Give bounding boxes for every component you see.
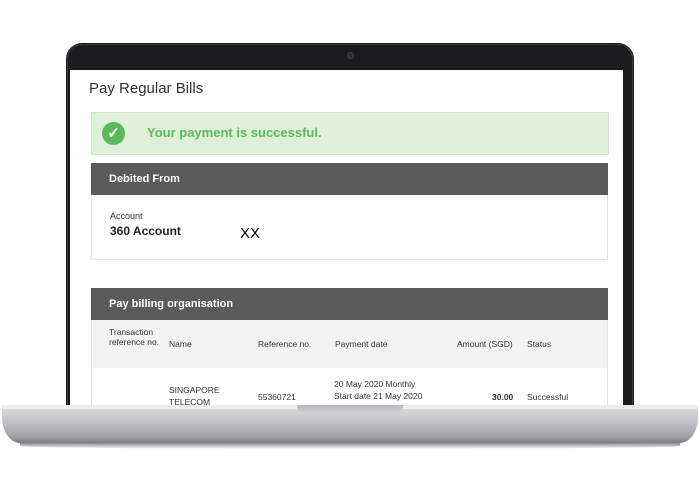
camera-icon	[347, 52, 354, 59]
account-number-masked: XX	[240, 225, 261, 242]
laptop-notch	[297, 405, 403, 414]
debited-from-header: Debited From	[91, 163, 608, 195]
laptop-shadow	[20, 443, 680, 449]
col-amount: Amount (SGD)	[457, 339, 513, 349]
col-name: Name	[169, 339, 192, 349]
col-payment-date: Payment date	[335, 339, 388, 349]
col-reference-no: Reference no.	[258, 339, 312, 349]
laptop-screen: Pay Regular Bills ✓ Your payment is succ…	[70, 70, 623, 405]
account-value: 360 Account	[110, 224, 181, 238]
row-name: SINGAPORE TELECOM	[169, 385, 220, 405]
row-status: Successful	[527, 392, 569, 402]
page-title: Pay Regular Bills	[89, 80, 204, 97]
row-amount: 30.00	[492, 392, 514, 402]
success-alert: ✓ Your payment is successful.	[91, 112, 609, 155]
billing-header: Pay billing organisation	[91, 288, 608, 320]
debited-from-panel: Account 360 Account XX	[91, 195, 608, 260]
success-message: Your payment is successful.	[147, 125, 322, 140]
account-label: Account	[110, 211, 143, 221]
row-payment-date: 20 May 2020 Monthly Start date 21 May 20…	[334, 379, 423, 401]
col-transaction-ref: Transaction reference no.	[109, 327, 160, 347]
check-circle-icon: ✓	[102, 122, 125, 145]
row-reference-no: 55360721	[258, 392, 296, 402]
col-status: Status	[527, 339, 552, 349]
